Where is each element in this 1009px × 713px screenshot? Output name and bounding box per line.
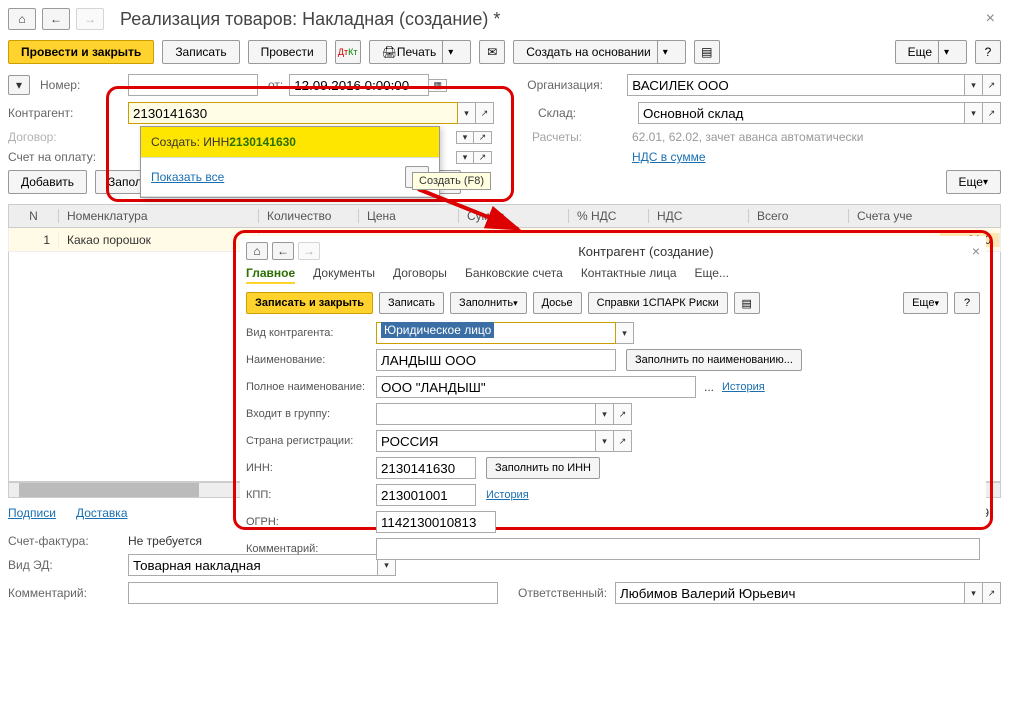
modal-dossier[interactable]: Досье — [533, 292, 582, 314]
tooltip: Создать (F8) — [412, 172, 491, 190]
dropdown-icon[interactable]: ▾ — [456, 131, 474, 144]
chevron-down-icon[interactable]: ▾ — [442, 41, 458, 63]
comment-label: Комментарий: — [8, 586, 128, 600]
chevron-down-icon[interactable]: ▾ — [938, 41, 954, 63]
invoice-label: Счет-фактура: — [8, 534, 128, 548]
org-label: Организация: — [527, 78, 627, 92]
window-title: Реализация товаров: Накладная (создание)… — [120, 9, 500, 30]
open-icon[interactable]: ↗ — [983, 74, 1001, 96]
history-link[interactable]: История — [722, 381, 765, 393]
dropdown-icon[interactable]: ▾ — [458, 102, 476, 124]
doc-type-icon[interactable]: ▾ — [8, 75, 30, 95]
full-name-input[interactable] — [376, 376, 696, 398]
kpp-input[interactable] — [376, 484, 476, 506]
table-more-button[interactable]: Еще ▾ — [946, 170, 1001, 194]
warehouse-input[interactable] — [638, 102, 965, 124]
open-icon[interactable]: ↗ — [474, 151, 492, 164]
dropdown-icon[interactable]: ▾ — [965, 102, 983, 124]
tab-more[interactable]: Еще... — [695, 266, 729, 284]
close-icon[interactable]: × — [980, 10, 1001, 28]
modal-spark[interactable]: Справки 1СПАРК Риски — [588, 292, 728, 314]
mail-icon[interactable]: ✉ — [479, 40, 505, 64]
calc-label: Расчеты: — [532, 130, 632, 144]
open-icon[interactable]: ↗ — [474, 131, 492, 144]
country-input[interactable] — [376, 430, 596, 452]
number-input[interactable] — [128, 74, 258, 96]
tab-contacts[interactable]: Контактные лица — [581, 266, 677, 284]
add-button[interactable]: Добавить — [8, 170, 87, 194]
back-icon[interactable]: ← — [42, 8, 70, 30]
counterparty-dropdown: Создать: ИНН 2130141630 Показать все + — [140, 126, 440, 198]
dropdown-create-item[interactable]: Создать: ИНН 2130141630 — [141, 127, 439, 158]
more-button[interactable]: Еще▾ — [895, 40, 967, 64]
comment-input[interactable] — [128, 582, 498, 604]
payment-acc-label: Счет на оплату: — [8, 150, 128, 164]
modal-more[interactable]: Еще ▾ — [903, 292, 948, 314]
fill-by-name-button[interactable]: Заполнить по наименованию... — [626, 349, 802, 371]
tab-main[interactable]: Главное — [246, 266, 295, 284]
invoice-value: Не требуется — [128, 534, 202, 548]
dt-kt-icon[interactable]: ДтКт — [335, 40, 361, 64]
modal-help[interactable]: ? — [954, 292, 980, 314]
calendar-icon[interactable]: ▦ — [429, 79, 447, 92]
counterparty-label: Контрагент: — [8, 106, 128, 120]
list-icon[interactable]: ▤ — [694, 40, 720, 64]
back-icon[interactable]: ← — [272, 242, 294, 260]
help-button[interactable]: ? — [975, 40, 1001, 64]
delivery-link[interactable]: Доставка — [76, 506, 128, 520]
dropdown-show-all[interactable]: Показать все + — [141, 158, 439, 197]
forward-icon[interactable]: → — [76, 8, 104, 30]
responsible-input[interactable] — [615, 582, 965, 604]
fill-by-inn-button[interactable]: Заполнить по ИНН — [486, 457, 600, 479]
post-close-button[interactable]: Провести и закрыть — [8, 40, 154, 64]
comment-input[interactable] — [376, 538, 980, 560]
close-icon[interactable]: × — [972, 243, 980, 259]
ogrn-input[interactable] — [376, 511, 496, 533]
name-input[interactable] — [376, 349, 616, 371]
dropdown-icon[interactable]: ▾ — [456, 151, 474, 164]
inn-input[interactable] — [376, 457, 476, 479]
modal-tabs: Главное Документы Договоры Банковские сч… — [246, 266, 980, 284]
write-button[interactable]: Записать — [162, 40, 239, 64]
calc-value: 62.01, 62.02, зачет аванса автоматически — [632, 130, 863, 144]
post-button[interactable]: Провести — [248, 40, 327, 64]
date-input[interactable] — [289, 74, 429, 96]
open-icon[interactable]: ↗ — [476, 102, 494, 124]
chevron-down-icon[interactable]: ▾ — [657, 41, 673, 63]
doc-type-label: Вид ЭД: — [8, 558, 128, 572]
counterparty-modal: ⌂ ← → Контрагент (создание) × Главное До… — [240, 236, 986, 524]
counterparty-input[interactable] — [128, 102, 458, 124]
list-icon[interactable]: ▤ — [734, 292, 760, 314]
responsible-label: Ответственный: — [518, 586, 607, 600]
tab-bank[interactable]: Банковские счета — [465, 266, 563, 284]
tab-contracts[interactable]: Договоры — [393, 266, 447, 284]
signatures-link[interactable]: Подписи — [8, 506, 56, 520]
home-icon[interactable]: ⌂ — [8, 8, 36, 30]
history-link[interactable]: История — [486, 489, 529, 501]
dropdown-icon[interactable]: ▾ — [616, 322, 634, 344]
dropdown-icon[interactable]: ▾ — [965, 74, 983, 96]
forward-icon[interactable]: → — [298, 242, 320, 260]
modal-title: Контрагент (создание) — [324, 244, 968, 259]
modal-write[interactable]: Записать — [379, 292, 444, 314]
warehouse-label: Склад: — [538, 106, 638, 120]
org-input[interactable] — [627, 74, 965, 96]
modal-fill[interactable]: Заполнить ▾ — [450, 292, 527, 314]
number-label: Номер: — [30, 78, 128, 92]
modal-save-close[interactable]: Записать и закрыть — [246, 292, 373, 314]
home-icon[interactable]: ⌂ — [246, 242, 268, 260]
date-label: от: — [268, 78, 283, 92]
table-header: N Номенклатура Количество Цена Сумма % Н… — [8, 204, 1001, 228]
print-button[interactable]: 🖨 Печать▾ — [369, 40, 472, 64]
contract-label: Договор: — [8, 130, 128, 144]
open-icon[interactable]: ↗ — [983, 102, 1001, 124]
group-input[interactable] — [376, 403, 596, 425]
vat-link[interactable]: НДС в сумме — [632, 150, 706, 164]
create-based-button[interactable]: Создать на основании▾ — [513, 40, 686, 64]
tab-docs[interactable]: Документы — [313, 266, 375, 284]
